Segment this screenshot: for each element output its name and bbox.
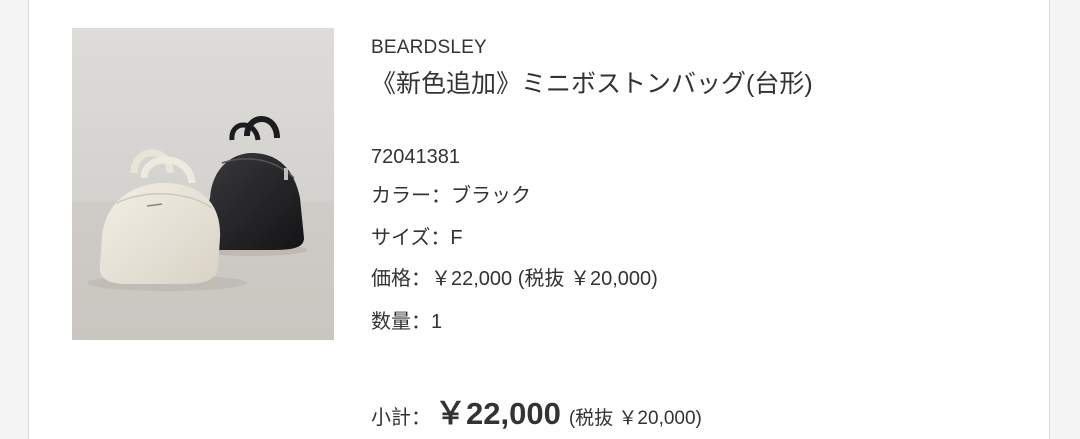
handbag-photo-icon (72, 28, 334, 340)
brand-name: BEARDSLEY (371, 37, 487, 58)
subtotal-tax-note: (税抜 ￥20,000) (568, 408, 702, 429)
product-name[interactable]: 《新色追加》ミニボストンバッグ(台形) (371, 64, 813, 100)
subtotal-row: 小計： ￥22,000 (税抜 ￥20,000) (371, 388, 702, 433)
product-quantity: 数量：1 (371, 311, 443, 333)
subtotal-label: 小計： (371, 407, 431, 429)
product-color: カラー：ブラック (371, 185, 531, 207)
product-price: 価格：￥22,000 (税抜 ￥20,000) (371, 268, 658, 290)
product-image[interactable] (72, 28, 334, 340)
product-size: サイズ：F (371, 227, 463, 249)
subtotal-amount: ￥22,000 (435, 396, 561, 431)
product-sku: 72041381 (371, 146, 460, 168)
